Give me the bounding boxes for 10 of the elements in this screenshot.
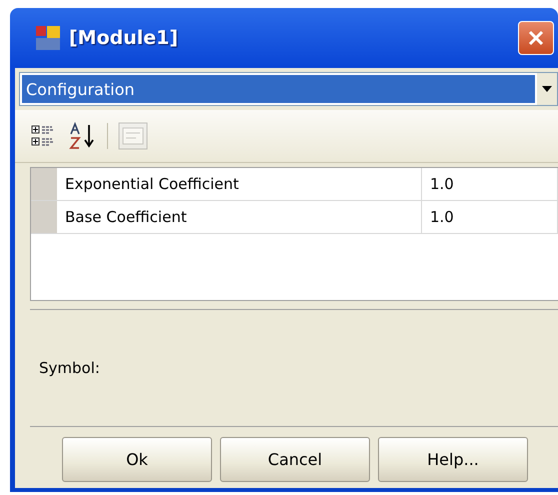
dialog-button[interactable]: Help...: [378, 437, 528, 482]
dialog-button[interactable]: Ok: [62, 437, 212, 482]
description-title: Symbol:: [38, 359, 100, 377]
property-name: Exponential Coefficient: [57, 168, 422, 200]
dialog-button[interactable]: Cancel: [220, 437, 370, 482]
category-dropdown[interactable]: Configuration: [19, 72, 558, 106]
property-name: Base Coefficient: [57, 201, 422, 233]
property-value[interactable]: 1.0: [422, 201, 558, 233]
property-value[interactable]: 1.0: [422, 168, 558, 200]
window-title: [Module1]: [69, 27, 178, 49]
